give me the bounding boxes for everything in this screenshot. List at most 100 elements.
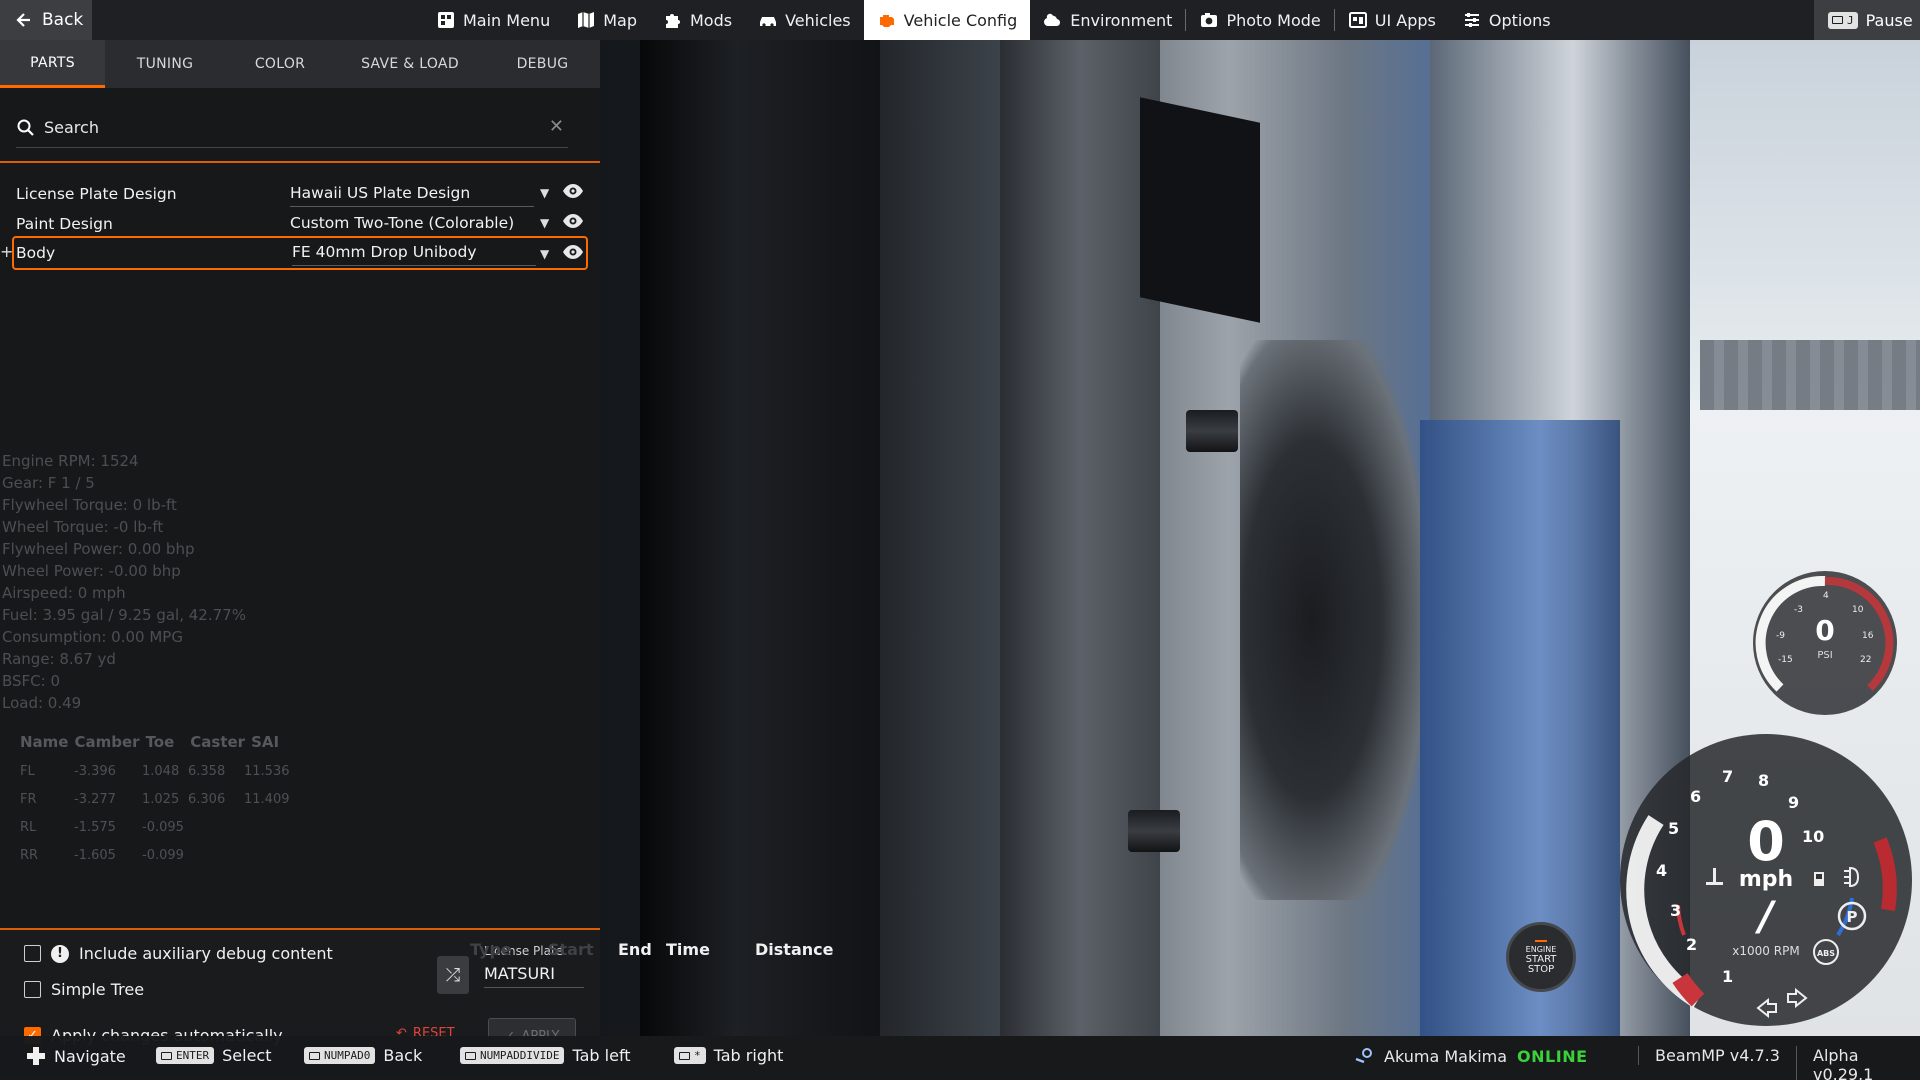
menu-label: Map [603, 10, 637, 30]
pause-button[interactable]: J Pause [1814, 0, 1920, 40]
rpm-tick-label: 10 [1802, 827, 1824, 846]
keyboard-icon [679, 1051, 690, 1060]
lap-times-header: Type Start End Time Distance [470, 940, 855, 959]
engine-status-indicator [1535, 939, 1547, 942]
part-row-body[interactable]: Body FE 40mm Drop Unibody ▼ [12, 236, 588, 270]
search-input[interactable]: Search ✕ [16, 108, 568, 148]
randomize-plate-button[interactable]: ⤮ [437, 956, 469, 994]
apps-icon [1348, 10, 1368, 30]
username: Akuma Makima [1384, 1046, 1508, 1066]
rpm-tick-label: 4 [1656, 861, 1667, 880]
eye-icon[interactable] [562, 183, 584, 203]
hint-label: Tab right [713, 1046, 784, 1065]
rpm-tick-label: 8 [1758, 771, 1769, 790]
menu-photo-mode[interactable]: Photo Mode [1186, 0, 1333, 40]
license-plate-input[interactable]: MATSURI [484, 964, 584, 988]
back-button[interactable]: Back [0, 0, 92, 40]
weather-icon [1043, 10, 1063, 30]
engine-start-stop-button[interactable]: ENGINE START STOP [1506, 922, 1576, 992]
engine-label: STOP [1527, 963, 1555, 975]
bottom-hint-bar: Navigate ENTER Select NUMPAD0 Back NUMPA… [0, 1036, 1920, 1080]
speed-value: 0 [1747, 810, 1785, 873]
table-cell: RL [20, 819, 37, 835]
simple-tree-checkbox[interactable] [24, 981, 41, 998]
close-icon[interactable]: ✕ [549, 116, 564, 137]
table-cell: -3.396 [74, 763, 116, 779]
boost-tick-label: 10 [1852, 605, 1864, 615]
boost-tick-label: -15 [1778, 655, 1793, 665]
fuel-icon [1814, 872, 1824, 886]
boost-tick-label: 4 [1823, 591, 1829, 601]
camera-icon [1199, 10, 1219, 30]
table-row: RL -1.575 -0.095 [20, 813, 304, 841]
menu-main-menu[interactable]: Main Menu [423, 0, 563, 40]
wheel-alignment-table: Name Camber Toe Caster SAI FL -3.396 1.0… [20, 733, 304, 869]
beammp-version: BeamMP v4.7.3 [1638, 1046, 1780, 1065]
tab-color[interactable]: COLOR [225, 40, 335, 88]
debug-line: BSFC: 0 [2, 672, 61, 690]
part-select[interactable]: Custom Two-Tone (Colorable) [290, 211, 534, 237]
menu-options[interactable]: Options [1449, 0, 1564, 40]
tab-save-load[interactable]: SAVE & LOAD [335, 40, 485, 88]
part-row-paint-design[interactable]: Paint Design Custom Two-Tone (Colorable)… [16, 210, 586, 238]
lap-header-cell: Distance [755, 940, 834, 959]
engine-label: START [1525, 953, 1557, 965]
rpm-tick-label: 5 [1668, 819, 1679, 838]
alignment-header-cell: Toe [145, 733, 175, 751]
part-select[interactable]: Hawaii US Plate Design [290, 181, 534, 207]
arrow-left-icon [14, 10, 34, 30]
shuffle-icon: ⤮ [445, 964, 461, 986]
menu-mods[interactable]: Mods [650, 0, 745, 40]
part-select[interactable]: FE 40mm Drop Unibody [292, 240, 536, 266]
rpm-tick-label: 6 [1690, 787, 1701, 806]
main-menu: Main Menu Map Mods Vehicles Vehicle Conf… [423, 0, 1564, 40]
table-cell: -1.575 [74, 819, 116, 835]
hint-back[interactable]: NUMPAD0 Back [304, 1046, 422, 1065]
keyboard-icon: J [1828, 11, 1858, 29]
eye-icon[interactable] [562, 244, 584, 264]
part-name: Body [16, 244, 56, 262]
menu-label: Mods [689, 10, 733, 30]
tab-parts[interactable]: PARTS [0, 40, 105, 88]
hint-tab-right[interactable]: * Tab right [674, 1046, 783, 1065]
table-cell: -3.277 [74, 791, 116, 807]
vehicle-config-panel: PARTS TUNING COLOR SAVE & LOAD DEBUG Sea… [0, 40, 600, 1076]
keyboard-icon [309, 1051, 320, 1060]
include-aux-option[interactable]: ! Include auxiliary debug content [24, 944, 333, 963]
car-icon [758, 10, 778, 30]
debug-line: Wheel Torque: -0 lb-ft [2, 518, 164, 536]
caret-down-icon[interactable]: ▼ [540, 247, 549, 261]
menu-ui-apps[interactable]: UI Apps [1335, 0, 1449, 40]
hint-navigate[interactable]: Navigate [26, 1046, 126, 1066]
part-name: License Plate Design [16, 185, 177, 203]
eye-icon[interactable] [562, 213, 584, 233]
menu-map[interactable]: Map [563, 0, 650, 40]
parking-brake-label: P [1847, 908, 1858, 926]
simple-tree-label: Simple Tree [51, 980, 145, 999]
caret-down-icon[interactable]: ▼ [540, 186, 549, 200]
hint-tab-left[interactable]: NUMPADDIVIDE Tab left [460, 1046, 631, 1065]
menu-vehicle-config[interactable]: Vehicle Config [863, 0, 1031, 40]
hint-select[interactable]: ENTER Select [156, 1046, 271, 1065]
user-status[interactable]: Akuma Makima ONLINE [1354, 1046, 1588, 1066]
table-cell: 6.306 [188, 791, 226, 807]
debug-line: Flywheel Torque: 0 lb-ft [2, 496, 177, 514]
tab-debug[interactable]: DEBUG [485, 40, 600, 88]
include-aux-checkbox[interactable] [24, 945, 41, 962]
rpm-tick-label: 2 [1686, 935, 1697, 954]
table-cell: 1.048 [142, 763, 180, 779]
tab-tuning[interactable]: TUNING [105, 40, 225, 88]
part-row-license-plate-design[interactable]: License Plate Design Hawaii US Plate Des… [16, 180, 586, 208]
menu-environment[interactable]: Environment [1030, 0, 1185, 40]
keyboard-icon [161, 1051, 172, 1060]
menu-label: Photo Mode [1226, 10, 1321, 30]
simple-tree-option[interactable]: Simple Tree [24, 980, 144, 999]
config-tabs: PARTS TUNING COLOR SAVE & LOAD DEBUG [0, 40, 600, 88]
debug-line: Flywheel Power: 0.00 bhp [2, 540, 195, 558]
menu-label: Vehicle Config [903, 10, 1018, 30]
caret-down-icon[interactable]: ▼ [540, 216, 549, 230]
key-badge: * [674, 1047, 706, 1064]
table-row: FL -3.396 1.048 6.358 11.536 [20, 757, 304, 785]
rpm-tick-label: 3 [1670, 901, 1681, 920]
menu-vehicles[interactable]: Vehicles [745, 0, 864, 40]
